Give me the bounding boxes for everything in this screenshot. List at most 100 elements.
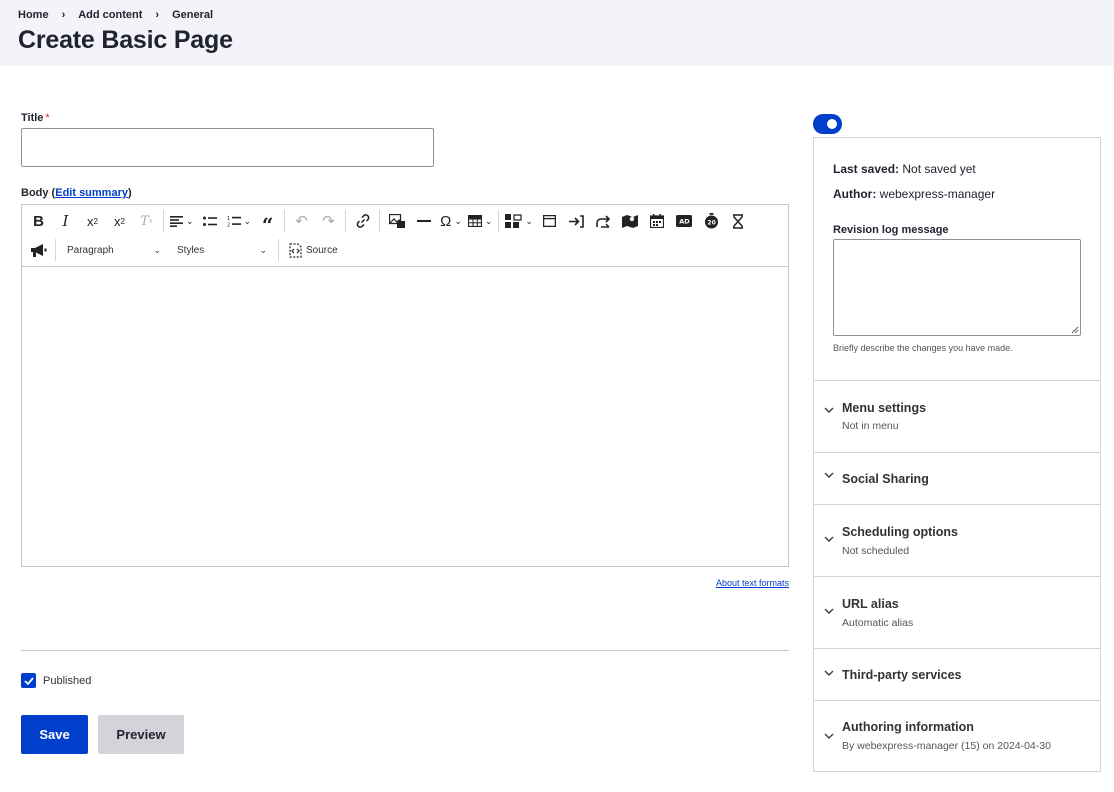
redo-icon[interactable]: ↷ [315, 208, 342, 234]
chevron-down-icon: ⌄ [484, 215, 493, 226]
toolbar-divider [379, 210, 381, 232]
section-title: Social Sharing [842, 472, 929, 486]
body-label-text: Body [21, 187, 49, 199]
horizontal-line-icon[interactable] [410, 208, 437, 234]
paragraph-format-select[interactable]: Paragraph ⌄ [59, 237, 169, 263]
section-title: URL alias [842, 597, 899, 611]
page-header: Home › Add content › General Create Basi… [0, 0, 1114, 66]
toolbar-divider [278, 239, 279, 261]
section-scheduling-options[interactable]: Scheduling options Not scheduled [814, 505, 1100, 577]
media-icon[interactable]: ⌄ [502, 208, 536, 234]
countdown-icon[interactable]: 20 [698, 208, 725, 234]
subscript-icon[interactable]: x2 [106, 208, 133, 234]
svg-text:1: 1 [227, 216, 230, 222]
source-icon [289, 242, 302, 258]
link-icon[interactable] [349, 208, 376, 234]
preview-button[interactable]: Preview [98, 715, 184, 754]
section-title: Menu settings [842, 401, 927, 415]
section-url-alias[interactable]: URL alias Automatic alias [814, 577, 1100, 649]
about-text-formats-link[interactable]: About text formats [716, 578, 789, 588]
login-icon[interactable] [563, 208, 590, 234]
remove-format-icon[interactable]: Tx [133, 208, 160, 234]
breadcrumb-home[interactable]: Home [18, 9, 49, 21]
chevron-down-icon [824, 405, 834, 416]
toolbar-divider [498, 210, 500, 232]
breadcrumb: Home › Add content › General [18, 9, 213, 21]
map-icon[interactable] [617, 208, 644, 234]
toggle-knob [827, 119, 837, 129]
toolbar-divider [345, 210, 347, 232]
blockquote-icon[interactable]: “ [254, 208, 281, 237]
accordion-icon[interactable] [536, 208, 563, 234]
chevron-down-icon [824, 470, 834, 481]
section-authoring-information[interactable]: Authoring information By webexpress-mana… [814, 701, 1100, 771]
resize-handle-icon [1071, 326, 1079, 334]
published-checkbox[interactable] [21, 673, 36, 688]
title-input[interactable] [21, 128, 434, 167]
numbered-list-icon[interactable]: 12 ⌄ [224, 208, 255, 234]
bulleted-list-icon[interactable] [197, 208, 224, 234]
rich-text-editor: B I x2 x2 Tx ⌄ 12 ⌄ “ ↶ ↷ Ω ⌄ ⌄ ⌄ AD 20 … [21, 204, 789, 567]
section-title: Third-party services [842, 668, 962, 682]
form-divider [21, 650, 789, 651]
table-icon[interactable]: ⌄ [465, 208, 496, 234]
align-icon[interactable]: ⌄ [167, 208, 197, 234]
chevron-down-icon: ⌄ [153, 244, 161, 255]
sidebar-toggle[interactable] [813, 114, 842, 134]
calendar-icon[interactable] [644, 208, 671, 234]
last-saved-label: Last saved: [833, 162, 900, 176]
special-characters-icon[interactable]: Ω ⌄ [437, 208, 465, 234]
section-menu-settings[interactable]: Menu settings Not in menu [814, 381, 1100, 453]
chevron-down-icon: ⌄ [454, 215, 462, 226]
image-icon[interactable] [383, 208, 410, 234]
chevron-down-icon: ⌄ [525, 215, 533, 226]
section-third-party-services[interactable]: Third-party services [814, 649, 1100, 701]
required-marker: * [45, 112, 50, 124]
chevron-down-icon [824, 534, 834, 545]
save-button[interactable]: Save [21, 715, 88, 754]
editor-content-area[interactable] [22, 267, 788, 566]
breadcrumb-separator-icon: › [61, 9, 66, 21]
source-button[interactable]: Source [282, 237, 344, 263]
section-subtitle: Not scheduled [842, 545, 910, 557]
author: Author: webexpress-manager [833, 187, 995, 201]
chevron-down-icon [824, 668, 834, 679]
revision-log-description: Briefly describe the changes you have ma… [833, 343, 1013, 353]
section-subtitle: Automatic alias [842, 617, 914, 629]
author-label: Author: [833, 187, 877, 201]
megaphone-icon[interactable] [25, 237, 52, 263]
italic-icon[interactable]: I [52, 208, 79, 234]
breadcrumb-general[interactable]: General [172, 9, 213, 21]
title-label-text: Title [21, 112, 44, 124]
revision-log-textarea[interactable] [833, 239, 1081, 336]
section-subtitle: By webexpress-manager (15) on 2024-04-30 [842, 740, 1051, 752]
redirect-icon[interactable] [590, 208, 617, 234]
chevron-down-icon: ⌄ [243, 215, 252, 226]
checkmark-icon [23, 676, 34, 685]
superscript-icon[interactable]: x2 [79, 208, 106, 234]
undo-icon[interactable]: ↶ [288, 208, 315, 234]
editor-toolbar: B I x2 x2 Tx ⌄ 12 ⌄ “ ↶ ↷ Ω ⌄ ⌄ ⌄ AD 20 … [22, 205, 788, 267]
breadcrumb-separator-icon: › [155, 9, 160, 21]
section-social-sharing[interactable]: Social Sharing [814, 453, 1100, 505]
hourglass-icon[interactable] [725, 208, 752, 234]
author-value: webexpress-manager [879, 187, 996, 201]
breadcrumb-add-content[interactable]: Add content [78, 9, 142, 21]
title-label: Title * [21, 112, 50, 124]
section-title: Scheduling options [842, 525, 958, 539]
svg-text:2: 2 [227, 223, 230, 228]
section-subtitle: Not in menu [842, 420, 899, 432]
paragraph-format-value: Paragraph [67, 244, 114, 256]
last-saved-value: Not saved yet [902, 162, 976, 176]
edit-summary-link[interactable]: Edit summary [55, 187, 128, 199]
chevron-down-icon: ⌄ [259, 244, 267, 255]
styles-value: Styles [177, 244, 205, 256]
bold-icon[interactable]: B [25, 208, 52, 234]
source-label: Source [306, 244, 338, 256]
page-title: Create Basic Page [18, 26, 233, 54]
chevron-down-icon [824, 731, 834, 742]
meta-info: Last saved: Not saved yet Author: webexp… [814, 138, 1100, 381]
styles-select[interactable]: Styles ⌄ [169, 237, 275, 263]
toolbar-divider [163, 210, 164, 232]
ad-icon[interactable]: AD [671, 208, 698, 234]
